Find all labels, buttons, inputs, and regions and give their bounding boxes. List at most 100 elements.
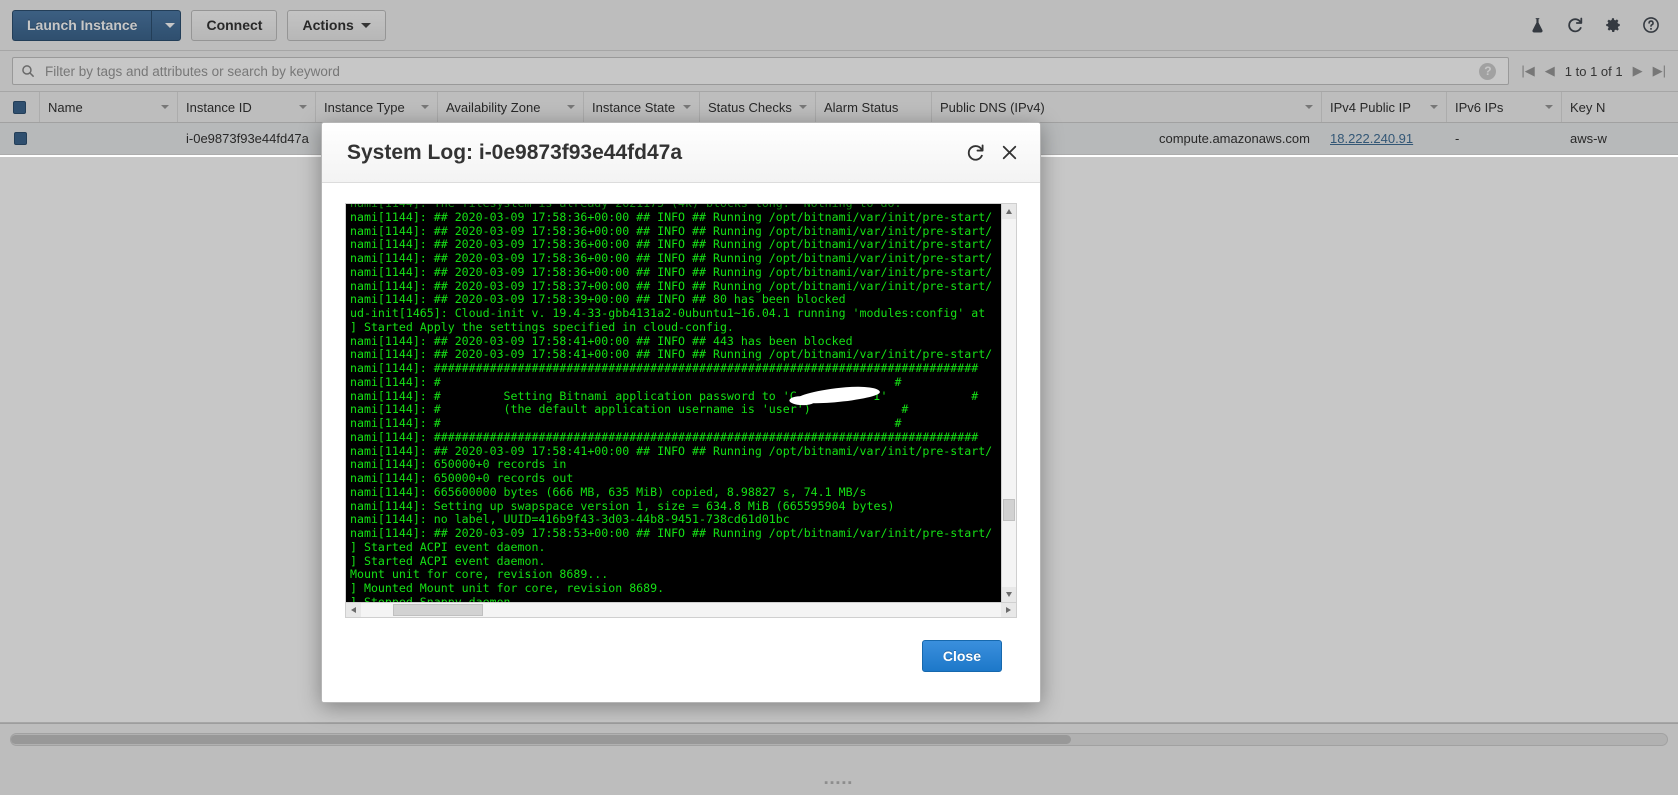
log-line: ] Started ACPI event daemon.	[350, 553, 546, 568]
help-icon[interactable]	[1636, 10, 1666, 40]
triangle-up-icon	[1006, 209, 1012, 214]
cell-instance-id: i-0e9873f93e44fd47a	[186, 131, 309, 146]
column-header-public-dns[interactable]: Public DNS (IPv4)	[932, 92, 1322, 122]
select-all-header-cell	[0, 92, 40, 122]
panel-resize-grip[interactable]: ▪▪▪▪▪	[824, 777, 854, 789]
search-box[interactable]: ?	[12, 57, 1510, 85]
log-line: nami[1144]: ## 2020-03-09 17:58:41+00:00…	[350, 333, 853, 348]
close-icon[interactable]	[992, 136, 1026, 170]
column-header-name[interactable]: Name	[40, 92, 178, 122]
horizontal-scroll-thumb[interactable]	[393, 604, 483, 616]
chevron-down-icon	[421, 105, 429, 109]
log-line: nami[1144]: ## 2020-03-09 17:58:41+00:00…	[350, 347, 993, 362]
bottom-panel: ▪▪▪▪▪	[0, 723, 1678, 795]
log-line: nami[1144]: # #	[350, 416, 902, 430]
triangle-right-icon	[1006, 607, 1011, 613]
log-line: nami[1144]: ############################…	[350, 429, 979, 444]
scroll-right-button[interactable]	[1001, 603, 1016, 617]
search-input[interactable]	[43, 62, 1480, 80]
log-line: nami[1144]: ## 2020-03-09 17:58:53+00:00…	[350, 526, 993, 540]
column-header-alarm-status[interactable]: Alarm Status	[816, 92, 932, 122]
pagination-label: 1 to 1 of 1	[1564, 63, 1623, 79]
launch-instance-label: Launch Instance	[27, 17, 138, 33]
launch-instance-dropdown-button[interactable]	[151, 9, 182, 41]
scroll-down-button[interactable]	[1002, 587, 1016, 602]
log-line: nami[1144]: ## 2020-03-09 17:58:41+00:00…	[350, 443, 993, 458]
modal-body: nami[1144]: The filesystem is already 26…	[322, 183, 1040, 618]
chevron-down-icon	[567, 105, 575, 109]
pagination: |◀ ◀ 1 to 1 of 1 ▶ ▶|	[1521, 63, 1666, 79]
connect-button[interactable]: Connect	[191, 9, 278, 41]
log-line: nami[1144]: ## 2020-03-09 17:58:36+00:00…	[350, 264, 993, 279]
modal-header: System Log: i-0e9873f93e44fd47a	[322, 123, 1040, 183]
launch-instance-button[interactable]: Launch Instance	[12, 9, 152, 41]
triangle-left-icon	[351, 607, 356, 613]
horizontal-scrollbar[interactable]	[10, 733, 1668, 746]
modal-footer: Close	[322, 618, 1040, 702]
refresh-icon[interactable]	[1560, 10, 1590, 40]
search-help-icon[interactable]: ?	[1479, 62, 1497, 80]
chevron-down-icon	[164, 22, 175, 28]
log-line: nami[1144]: ## 2020-03-09 17:58:39+00:00…	[350, 292, 846, 307]
launch-instance-group: Launch Instance	[12, 9, 182, 41]
column-header-status-checks[interactable]: Status Checks	[700, 92, 816, 122]
column-label: Public DNS (IPv4)	[940, 99, 1045, 115]
vertical-scroll-track[interactable]	[1002, 219, 1016, 587]
flask-icon[interactable]	[1522, 10, 1552, 40]
ipv4-public-ip-link[interactable]: 18.222.240.91	[1330, 131, 1413, 146]
log-vertical-scrollbar[interactable]	[1001, 204, 1016, 602]
log-line: ud-init[1465]: Cloud-init v. 19.4-33-gbb…	[350, 306, 986, 320]
log-line: nami[1144]: # Setting Bitnami applicatio…	[350, 388, 979, 403]
horizontal-scrollbar-thumb[interactable]	[11, 735, 1071, 744]
column-label: Instance ID	[186, 99, 252, 115]
column-header-key-name[interactable]: Key N	[1562, 92, 1678, 122]
column-header-instance-state[interactable]: Instance State	[584, 92, 700, 122]
column-label: Instance State	[592, 99, 676, 115]
vertical-scroll-thumb[interactable]	[1003, 498, 1015, 521]
instances-table-header: Name Instance ID Instance Type Availabil…	[0, 92, 1678, 123]
horizontal-scroll-track[interactable]	[361, 603, 1001, 617]
pagination-prev-button[interactable]: ◀	[1545, 63, 1555, 79]
log-line: nami[1144]: ## 2020-03-09 17:58:36+00:00…	[350, 237, 993, 252]
system-log-viewer: nami[1144]: The filesystem is already 26…	[345, 203, 1017, 618]
chevron-down-icon	[360, 22, 371, 28]
log-line: Mount unit for core, revision 8689...	[350, 567, 609, 582]
log-line: nami[1144]: # (the default application u…	[350, 402, 909, 417]
log-line: nami[1144]: ## 2020-03-09 17:58:36+00:00…	[350, 209, 993, 224]
pagination-last-button[interactable]: ▶|	[1653, 63, 1666, 79]
cell-name	[40, 123, 178, 154]
pagination-first-button[interactable]: |◀	[1521, 63, 1534, 79]
actions-button[interactable]: Actions	[287, 9, 386, 41]
log-line: ] Stopped Snappy daemon.	[350, 594, 518, 602]
gear-icon[interactable]	[1598, 10, 1628, 40]
refresh-icon[interactable]	[958, 136, 992, 170]
column-header-availability-zone[interactable]: Availability Zone	[438, 92, 584, 122]
scroll-left-button[interactable]	[346, 603, 361, 617]
chevron-down-icon	[799, 105, 807, 109]
close-button-label: Close	[942, 648, 981, 664]
filter-bar: ? |◀ ◀ 1 to 1 of 1 ▶ ▶|	[0, 51, 1678, 92]
search-icon	[21, 64, 35, 78]
triangle-down-icon	[1006, 592, 1012, 597]
close-button[interactable]: Close	[921, 640, 1002, 672]
column-header-instance-type[interactable]: Instance Type	[316, 92, 438, 122]
pagination-next-button[interactable]: ▶	[1633, 63, 1643, 79]
log-line: nami[1144]: 665600000 bytes (666 MB, 635…	[350, 484, 867, 499]
chevron-down-icon	[299, 105, 307, 109]
select-all-checkbox[interactable]	[13, 100, 26, 114]
log-text-pane[interactable]: nami[1144]: The filesystem is already 26…	[346, 204, 1001, 602]
row-checkbox[interactable]	[13, 132, 27, 145]
connect-label: Connect	[206, 17, 263, 33]
log-line: ] Mounted Mount unit for core, revision …	[350, 581, 665, 595]
column-label: IPv6 IPs	[1455, 99, 1504, 115]
column-header-ipv6-ips[interactable]: IPv6 IPs	[1447, 92, 1562, 122]
column-label: Alarm Status	[824, 99, 899, 115]
system-log-modal: System Log: i-0e9873f93e44fd47a nami[114…	[321, 122, 1041, 703]
log-horizontal-scrollbar[interactable]	[346, 602, 1016, 617]
log-line: nami[1144]: ## 2020-03-09 17:58:36+00:00…	[350, 223, 993, 238]
chevron-down-icon	[1430, 105, 1438, 109]
column-label: Availability Zone	[446, 99, 541, 115]
column-header-instance-id[interactable]: Instance ID	[178, 92, 316, 122]
column-header-ipv4-public-ip[interactable]: IPv4 Public IP	[1322, 92, 1447, 122]
scroll-up-button[interactable]	[1002, 204, 1016, 219]
